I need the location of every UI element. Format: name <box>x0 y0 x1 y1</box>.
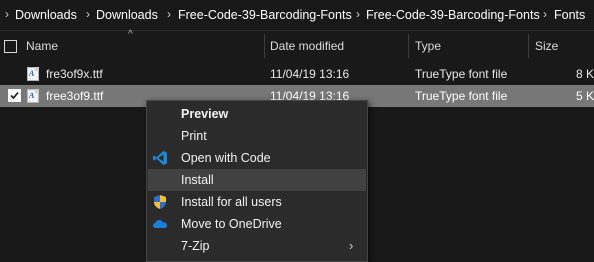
chevron-right-icon[interactable]: › <box>356 7 360 21</box>
table-row[interactable]: A fre3of9x.ttf 11/04/19 13:16 TrueType f… <box>0 63 594 85</box>
font-file-icon: A <box>27 89 39 103</box>
file-type: TrueType font file <box>415 67 508 81</box>
menu-item-label: 7-Zip <box>181 239 210 253</box>
onedrive-icon <box>153 220 167 228</box>
file-size: 8 K <box>576 67 594 81</box>
checkmark-icon <box>10 91 19 100</box>
file-size: 5 K <box>576 89 594 103</box>
file-type: TrueType font file <box>415 89 508 103</box>
menu-item-label: Install for all users <box>181 195 282 209</box>
breadcrumb-free-code-39-2[interactable]: Free-Code-39-Barcoding-Fonts <box>366 8 540 22</box>
file-name: fre3of9x.ttf <box>46 67 103 81</box>
column-name[interactable]: Name <box>26 39 58 53</box>
chevron-right-icon[interactable]: › <box>86 7 90 21</box>
menu-item-move-to-onedrive[interactable]: Move to OneDrive <box>148 213 366 235</box>
sort-ascending-icon: ^ <box>128 29 133 40</box>
breadcrumb-fonts[interactable]: Fonts <box>554 8 585 22</box>
select-all-checkbox[interactable] <box>4 40 17 53</box>
menu-item-label: Install <box>181 173 214 187</box>
menu-item-label: Move to OneDrive <box>181 217 282 231</box>
column-divider[interactable] <box>528 34 529 58</box>
menu-item-preview[interactable]: Preview <box>148 103 366 125</box>
menu-item-install-for-all-users[interactable]: Install for all users <box>148 191 366 213</box>
column-size[interactable]: Size <box>535 39 558 53</box>
menu-item-print[interactable]: Print <box>148 125 366 147</box>
column-divider[interactable] <box>408 34 409 58</box>
row-checkbox[interactable] <box>8 89 21 102</box>
column-header: ^ Name Date modified Type Size <box>0 29 594 60</box>
file-date: 11/04/19 13:16 <box>270 67 350 81</box>
column-date-modified[interactable]: Date modified <box>270 39 344 53</box>
menu-item-open-with-code[interactable]: Open with Code <box>148 147 366 169</box>
file-name: free3of9.ttf <box>46 89 104 103</box>
context-menu: Preview Print Open with Code Install Ins… <box>146 100 368 262</box>
menu-item-install[interactable]: Install <box>148 169 366 191</box>
menu-item-label: Preview <box>181 107 229 121</box>
chevron-right-icon[interactable]: › <box>5 7 9 21</box>
column-type[interactable]: Type <box>415 39 441 53</box>
font-file-icon: A <box>27 67 39 81</box>
vscode-icon <box>153 151 167 165</box>
chevron-right-icon[interactable]: › <box>167 7 171 21</box>
chevron-right-icon[interactable]: › <box>543 7 547 21</box>
menu-item-label: Print <box>181 129 207 143</box>
address-bar[interactable]: › Downloads › Downloads › Free-Code-39-B… <box>0 0 594 31</box>
breadcrumb-downloads-2[interactable]: Downloads <box>96 8 158 22</box>
menu-item-7zip[interactable]: 7-Zip › <box>148 235 366 257</box>
breadcrumb-downloads-1[interactable]: Downloads <box>15 8 77 22</box>
uac-shield-icon <box>154 195 166 209</box>
breadcrumb-free-code-39-1[interactable]: Free-Code-39-Barcoding-Fonts <box>178 8 352 22</box>
submenu-arrow-icon: › <box>349 238 354 253</box>
column-divider[interactable] <box>264 34 265 58</box>
menu-item-label: Open with Code <box>181 151 271 165</box>
